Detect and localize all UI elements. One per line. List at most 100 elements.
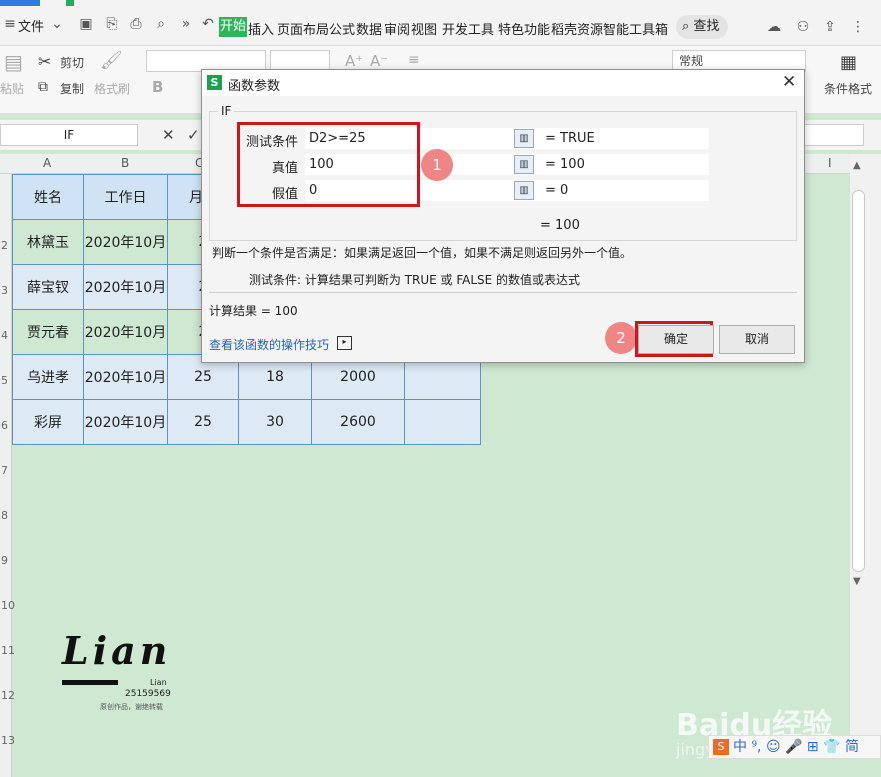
- file-menu[interactable]: 文件: [18, 16, 44, 35]
- table-cell[interactable]: 2020年10月: [83, 309, 168, 355]
- name-box[interactable]: IF: [0, 124, 138, 146]
- column-b-header[interactable]: B: [121, 156, 129, 170]
- bold-icon[interactable]: B: [152, 78, 163, 96]
- increase-font-icon[interactable]: A⁺: [345, 52, 363, 70]
- row-number[interactable]: 11: [1, 644, 15, 657]
- column-a-header[interactable]: A: [43, 156, 51, 170]
- chevron-down-icon[interactable]: ⌄: [49, 16, 65, 32]
- scroll-up-icon[interactable]: ▲: [853, 160, 861, 171]
- dialog-titlebar[interactable]: S 函数参数 ✕: [202, 70, 804, 96]
- function-result: = 100: [540, 218, 580, 233]
- row-number[interactable]: 10: [1, 599, 15, 612]
- formula-input[interactable]: [804, 124, 864, 146]
- tab-insert[interactable]: 插入: [248, 19, 274, 38]
- scroll-down-icon[interactable]: ▼: [853, 576, 861, 587]
- video-help-icon[interactable]: ▸: [337, 336, 352, 350]
- align-top-icon[interactable]: ≡: [408, 52, 420, 68]
- copy-button[interactable]: 复制: [60, 80, 84, 97]
- table-cell[interactable]: 林黛玉: [12, 219, 84, 265]
- table-cell[interactable]: 25: [167, 399, 239, 445]
- tab-smart-toolbox[interactable]: 智能工具箱: [603, 19, 668, 38]
- row-number[interactable]: 9: [1, 554, 8, 567]
- cancel-formula-icon[interactable]: ✕: [162, 126, 175, 144]
- tab-formulas[interactable]: 公式: [329, 19, 355, 38]
- more-icon[interactable]: »: [178, 16, 194, 32]
- table-cell[interactable]: 姓名: [12, 174, 84, 220]
- range-select-icon[interactable]: ▥: [514, 181, 534, 200]
- format-painter-icon[interactable]: 🖌: [100, 50, 123, 71]
- menu-bar: ≡ 文件 ⌄ ▣ ⎘ ⎙ ⌕ » ↶ 开始 插入 页面布局 公式 数据 审阅 视…: [0, 0, 881, 46]
- close-icon[interactable]: ✕: [782, 72, 796, 92]
- cut-button[interactable]: 剪切: [60, 54, 84, 71]
- tab-docer[interactable]: 稻壳资源: [551, 19, 603, 38]
- tab-start[interactable]: 开始: [219, 17, 247, 37]
- table-cell[interactable]: 2020年10月: [83, 399, 168, 445]
- ime-logo-icon: S: [713, 739, 729, 755]
- table-cell[interactable]: 2020年10月: [83, 354, 168, 400]
- conditional-format-button[interactable]: 条件格式: [824, 80, 872, 97]
- number-format-value: 常规: [679, 54, 704, 68]
- table-cell[interactable]: 2600: [311, 399, 405, 445]
- table-cell[interactable]: [404, 399, 481, 445]
- decrease-font-icon[interactable]: A⁻: [370, 52, 388, 70]
- paste-button[interactable]: 粘贴: [0, 80, 24, 97]
- arg-result-true: = 100: [545, 157, 585, 172]
- row-number[interactable]: 8: [1, 509, 8, 522]
- print-preview-icon[interactable]: ⌕: [153, 16, 169, 32]
- cloud-icon[interactable]: ☁: [766, 19, 782, 35]
- search-box[interactable]: ⌕ 查找: [676, 15, 728, 39]
- range-select-icon[interactable]: ▥: [514, 129, 534, 148]
- row-header: 2 3 4 5 6 7 8 9 10 11 12 13: [0, 174, 15, 777]
- arg-input-test-extend[interactable]: [511, 128, 709, 149]
- menu-icon[interactable]: ≡: [2, 16, 18, 32]
- table-cell[interactable]: 薛宝钗: [12, 264, 84, 310]
- row-number[interactable]: 5: [1, 374, 8, 387]
- cancel-button[interactable]: 取消: [719, 325, 795, 354]
- row-number[interactable]: 7: [1, 464, 8, 477]
- table-cell[interactable]: 2020年10月: [83, 264, 168, 310]
- row-number[interactable]: 6: [1, 419, 8, 432]
- logo-note: 原创作品，谢绝转载: [100, 703, 163, 711]
- scrollbar-thumb[interactable]: [852, 190, 865, 572]
- tab-page-layout[interactable]: 页面布局: [277, 19, 329, 38]
- row-number[interactable]: 12: [1, 689, 15, 702]
- table-cell[interactable]: 工作日: [83, 174, 168, 220]
- tab-developer[interactable]: 开发工具: [442, 19, 494, 38]
- arg-input-true-extend[interactable]: [511, 154, 709, 175]
- cut-icon[interactable]: ✂: [38, 52, 51, 71]
- row-number[interactable]: 13: [1, 734, 15, 747]
- arg-input-false-extend[interactable]: [511, 180, 709, 201]
- tab-data[interactable]: 数据: [356, 19, 382, 38]
- table-cell[interactable]: 30: [238, 399, 312, 445]
- calculation-result: 计算结果 = 100: [209, 304, 298, 318]
- confirm-formula-icon[interactable]: ✓: [187, 126, 200, 144]
- collaborate-icon[interactable]: ⚇: [795, 19, 811, 35]
- ok-button[interactable]: 确定: [638, 325, 714, 354]
- row-number[interactable]: 2: [1, 239, 8, 252]
- format-painter-button[interactable]: 格式刷: [94, 80, 130, 97]
- more-options-icon[interactable]: ⋮: [850, 19, 866, 35]
- help-link[interactable]: 查看该函数的操作技巧: [209, 336, 329, 353]
- share-icon[interactable]: ⇪: [822, 19, 838, 35]
- copy-icon[interactable]: ⧉: [38, 79, 48, 95]
- save-icon[interactable]: ▣: [78, 16, 94, 32]
- table-cell[interactable]: 贾元春: [12, 309, 84, 355]
- export-icon[interactable]: ⎘: [104, 16, 120, 32]
- row-number[interactable]: 4: [1, 329, 8, 342]
- ime-toolbar[interactable]: S中 ⁹, ☺ 🎤 ⊞ 👕 简: [708, 735, 881, 759]
- undo-icon[interactable]: ↶: [200, 16, 216, 32]
- conditional-format-icon[interactable]: ▦: [840, 52, 857, 73]
- print-icon[interactable]: ⎙: [128, 16, 144, 32]
- paste-icon[interactable]: ▤: [4, 50, 23, 74]
- arg-result-test: = TRUE: [545, 131, 595, 146]
- app-tab-indicator: [0, 0, 40, 6]
- tab-review[interactable]: 审阅: [384, 19, 410, 38]
- range-select-icon[interactable]: ▥: [514, 155, 534, 174]
- tab-special[interactable]: 特色功能: [498, 19, 550, 38]
- row-number[interactable]: 3: [1, 284, 8, 297]
- table-cell[interactable]: 彩屏: [12, 399, 84, 445]
- column-i-header[interactable]: I: [828, 156, 832, 170]
- table-cell[interactable]: 乌进孝: [12, 354, 84, 400]
- table-cell[interactable]: 2020年10月: [83, 219, 168, 265]
- tab-view[interactable]: 视图: [411, 19, 437, 38]
